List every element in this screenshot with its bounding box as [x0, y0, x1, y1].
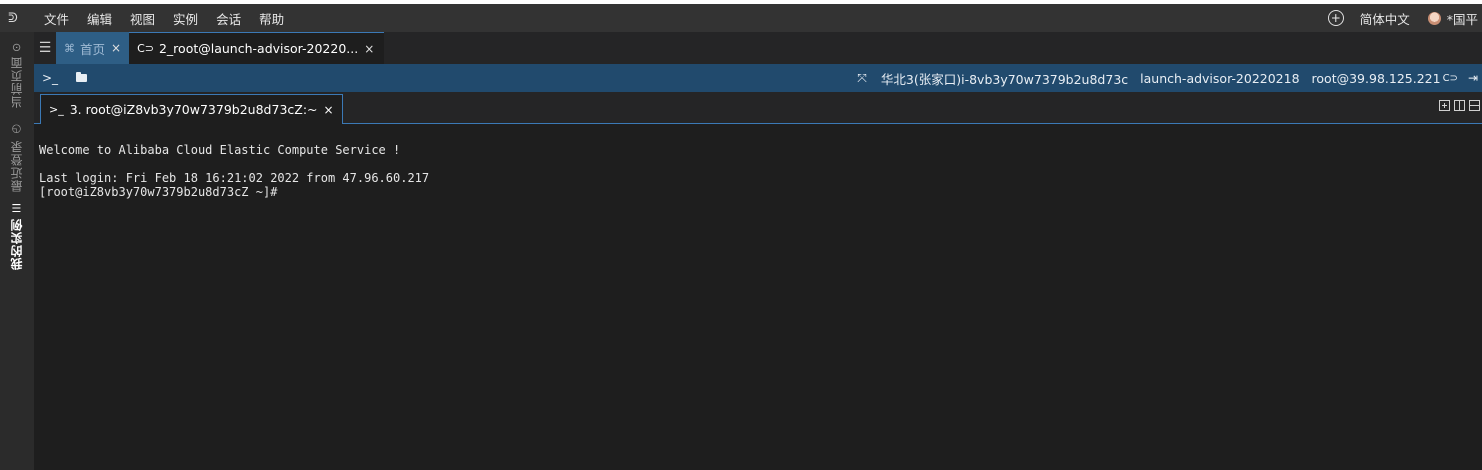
- sidebar-item-recent-logins[interactable]: 最近登录 ◷: [0, 120, 33, 194]
- terminal-output[interactable]: Welcome to Alibaba Cloud Elastic Compute…: [34, 124, 1482, 470]
- home-icon: ⌘: [64, 41, 75, 55]
- language-selector[interactable]: 简体中文: [1360, 9, 1410, 28]
- close-icon[interactable]: ×: [364, 42, 374, 56]
- left-sidebar: 当前页面 ⊙ 最近登录 ◷ 我的实例 ☰: [0, 32, 35, 470]
- tab-bar: ☰ ⌘ 首页 × C⊃ 2_root@launch-advisor-20220.…: [34, 32, 1482, 64]
- menu-bar: ᕲ 文件 编辑 视图 实例 会话 帮助 + 简体中文 *国平: [0, 4, 1482, 32]
- menu-edit[interactable]: 编辑: [87, 9, 112, 28]
- fullscreen-icon[interactable]: ⤧: [857, 71, 867, 86]
- sidebar-item-current-page[interactable]: 当前页面 ⊙: [0, 36, 33, 114]
- user-name[interactable]: *国平: [1447, 9, 1478, 28]
- session-info-bar: >_ ⤧ 华北3(张家口)i-8vb3y70w7379b2u8d73c laun…: [34, 64, 1482, 92]
- menu-view[interactable]: 视图: [130, 9, 155, 28]
- menu-help[interactable]: 帮助: [259, 9, 284, 28]
- connection-address: root@39.98.125.221: [1311, 70, 1441, 86]
- link-icon[interactable]: C⊃: [1443, 73, 1458, 84]
- target-icon: ⊙: [10, 41, 23, 53]
- menu-file[interactable]: 文件: [44, 9, 69, 28]
- layout-controls: [1439, 100, 1480, 111]
- current-page-label: 当前页面: [10, 56, 24, 109]
- terminal-line: Welcome to Alibaba Cloud Elastic Compute…: [39, 143, 401, 157]
- close-icon[interactable]: ×: [324, 103, 334, 117]
- terminal-line: Last login: Fri Feb 18 16:21:02 2022 fro…: [39, 171, 430, 185]
- tab-session-label: 2_root@launch-advisor-20220...: [158, 41, 359, 56]
- avatar[interactable]: [1427, 11, 1441, 25]
- instance-region-id: 华北3(张家口)i-8vb3y70w7379b2u8d73c: [880, 71, 1129, 87]
- tab-list-icon[interactable]: ☰: [34, 32, 56, 64]
- exit-icon[interactable]: ⇥: [1468, 71, 1478, 85]
- terminal-tab-label: 3. root@iZ8vb3y70w7379b2u8d73cZ:~: [69, 102, 318, 117]
- add-circle-icon[interactable]: +: [1327, 10, 1344, 26]
- sidebar-item-my-instances[interactable]: 我的实例 ☰: [0, 198, 33, 272]
- terminal-prompt-icon: >_: [49, 103, 64, 116]
- menu-session[interactable]: 会话: [216, 9, 241, 28]
- tab-home-label: 首页: [80, 41, 106, 57]
- close-icon[interactable]: ×: [111, 41, 121, 55]
- recent-logins-label: 最近登录: [10, 140, 24, 192]
- clock-icon: ◷: [10, 122, 23, 136]
- split-horizontal-icon[interactable]: [1469, 100, 1480, 111]
- terminal-tab[interactable]: >_ 3. root@iZ8vb3y70w7379b2u8d73cZ:~ ×: [40, 94, 343, 124]
- instance-name: launch-advisor-20220218: [1140, 70, 1300, 86]
- tab-session[interactable]: C⊃ 2_root@launch-advisor-20220... ×: [129, 32, 385, 64]
- tab-home[interactable]: ⌘ 首页 ×: [56, 32, 130, 64]
- new-pane-icon[interactable]: [1439, 100, 1450, 111]
- terminal-tab-bar: >_ 3. root@iZ8vb3y70w7379b2u8d73cZ:~ ×: [34, 92, 1482, 124]
- terminal-line: [root@iZ8vb3y70w7379b2u8d73cZ ~]#: [39, 185, 278, 199]
- link-icon: C⊃: [137, 42, 154, 55]
- app-logo-icon: ᕲ: [8, 10, 18, 26]
- list-icon: ☰: [10, 200, 23, 214]
- my-instances-label: 我的实例: [10, 218, 24, 270]
- folder-icon[interactable]: [76, 72, 88, 82]
- split-vertical-icon[interactable]: [1454, 100, 1465, 111]
- menu-instance[interactable]: 实例: [173, 9, 198, 28]
- terminal-prompt-icon[interactable]: >_: [42, 71, 58, 85]
